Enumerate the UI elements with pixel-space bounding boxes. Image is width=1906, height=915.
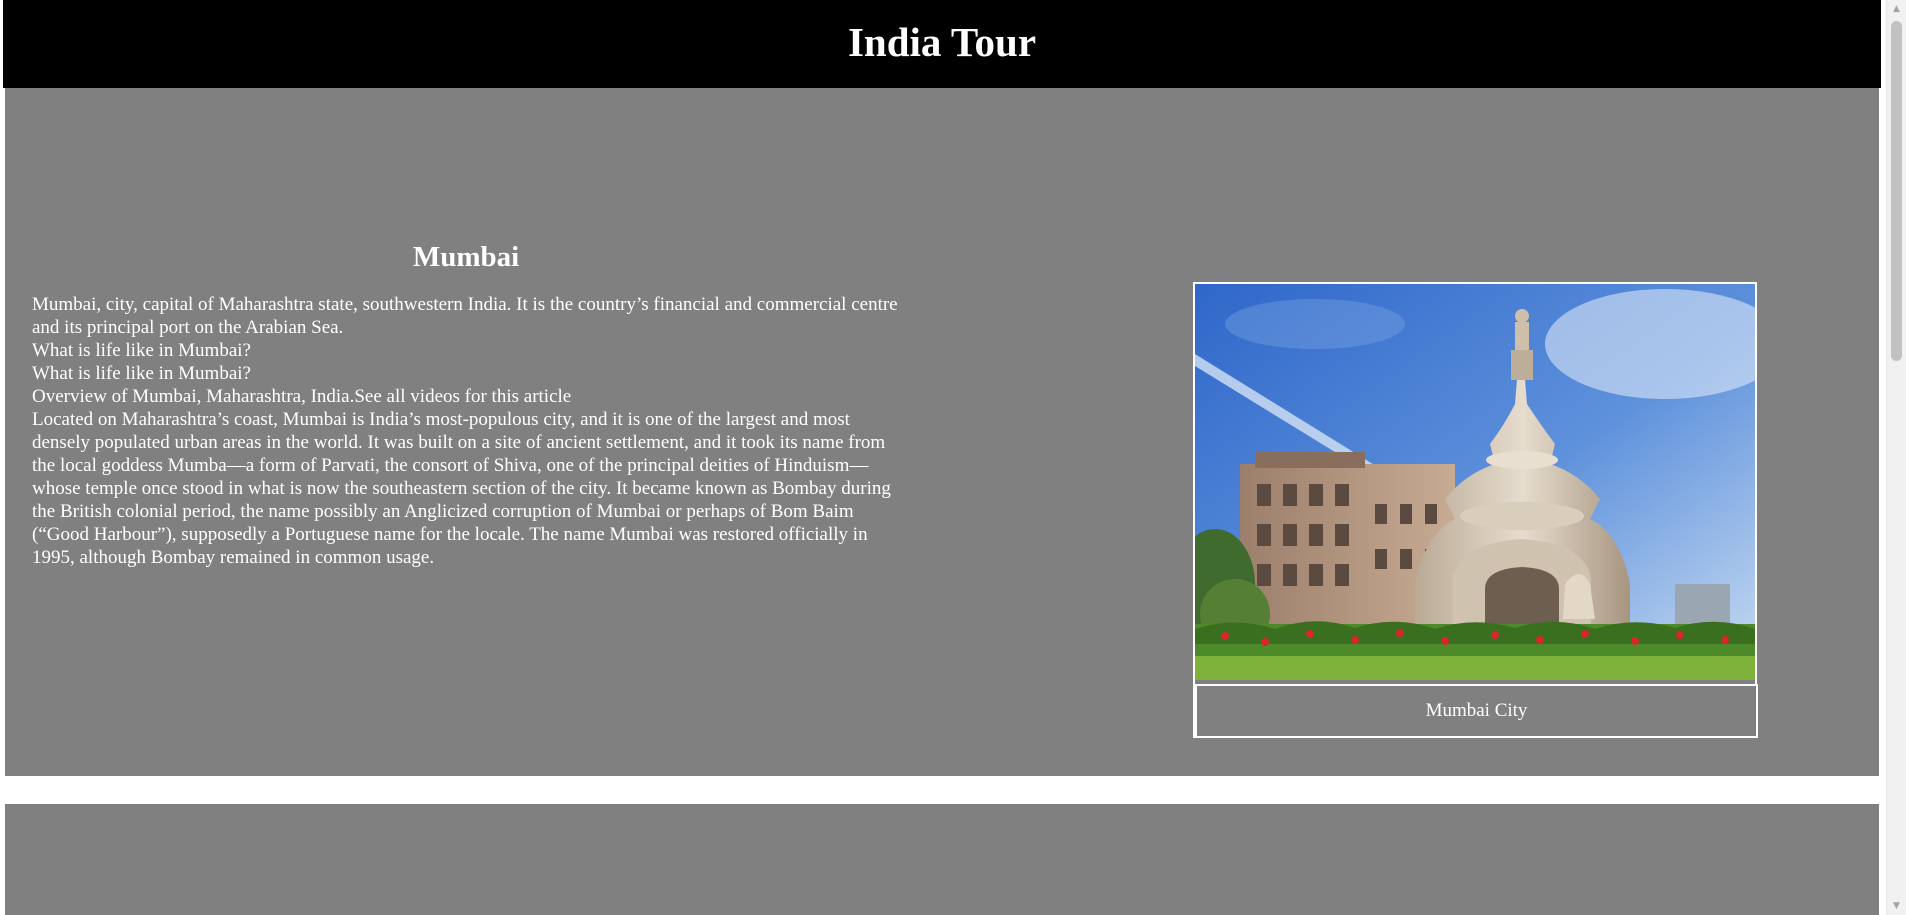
page-title: India Tour xyxy=(847,18,1037,65)
description-line: What is life like in Mumbai? xyxy=(32,339,251,361)
city-description: Mumbai, city, capital of Maharashtra sta… xyxy=(32,293,912,569)
site-header: India Tour xyxy=(3,0,1881,88)
scroll-up-arrow-icon[interactable]: ▲ xyxy=(1887,0,1906,18)
city-section-mumbai: Mumbai Mumbai, city, capital of Maharash… xyxy=(3,88,1881,778)
description-line: Overview of Mumbai, Maharashtra, India.S… xyxy=(32,385,572,407)
description-line: Mumbai, city, capital of Maharashtra sta… xyxy=(32,293,898,338)
city-figure: Mumbai City xyxy=(1193,282,1758,738)
vertical-scrollbar[interactable]: ▲ ▼ xyxy=(1886,0,1906,915)
description-line: Located on Maharashtra’s coast, Mumbai i… xyxy=(32,408,891,568)
city-article: Mumbai Mumbai, city, capital of Maharash… xyxy=(32,240,912,569)
photo-caption: Mumbai City xyxy=(1195,684,1758,738)
page: India Tour Mumbai Mumbai, city, capital … xyxy=(0,0,1886,915)
mumbai-city-photo xyxy=(1195,284,1755,680)
city-section-next xyxy=(3,802,1881,915)
description-line: What is life like in Mumbai? xyxy=(32,362,251,384)
scroll-down-arrow-icon[interactable]: ▼ xyxy=(1887,897,1906,915)
browser-viewport: India Tour Mumbai Mumbai, city, capital … xyxy=(0,0,1906,915)
scrollbar-thumb[interactable] xyxy=(1891,21,1902,361)
city-title: Mumbai xyxy=(412,241,520,273)
